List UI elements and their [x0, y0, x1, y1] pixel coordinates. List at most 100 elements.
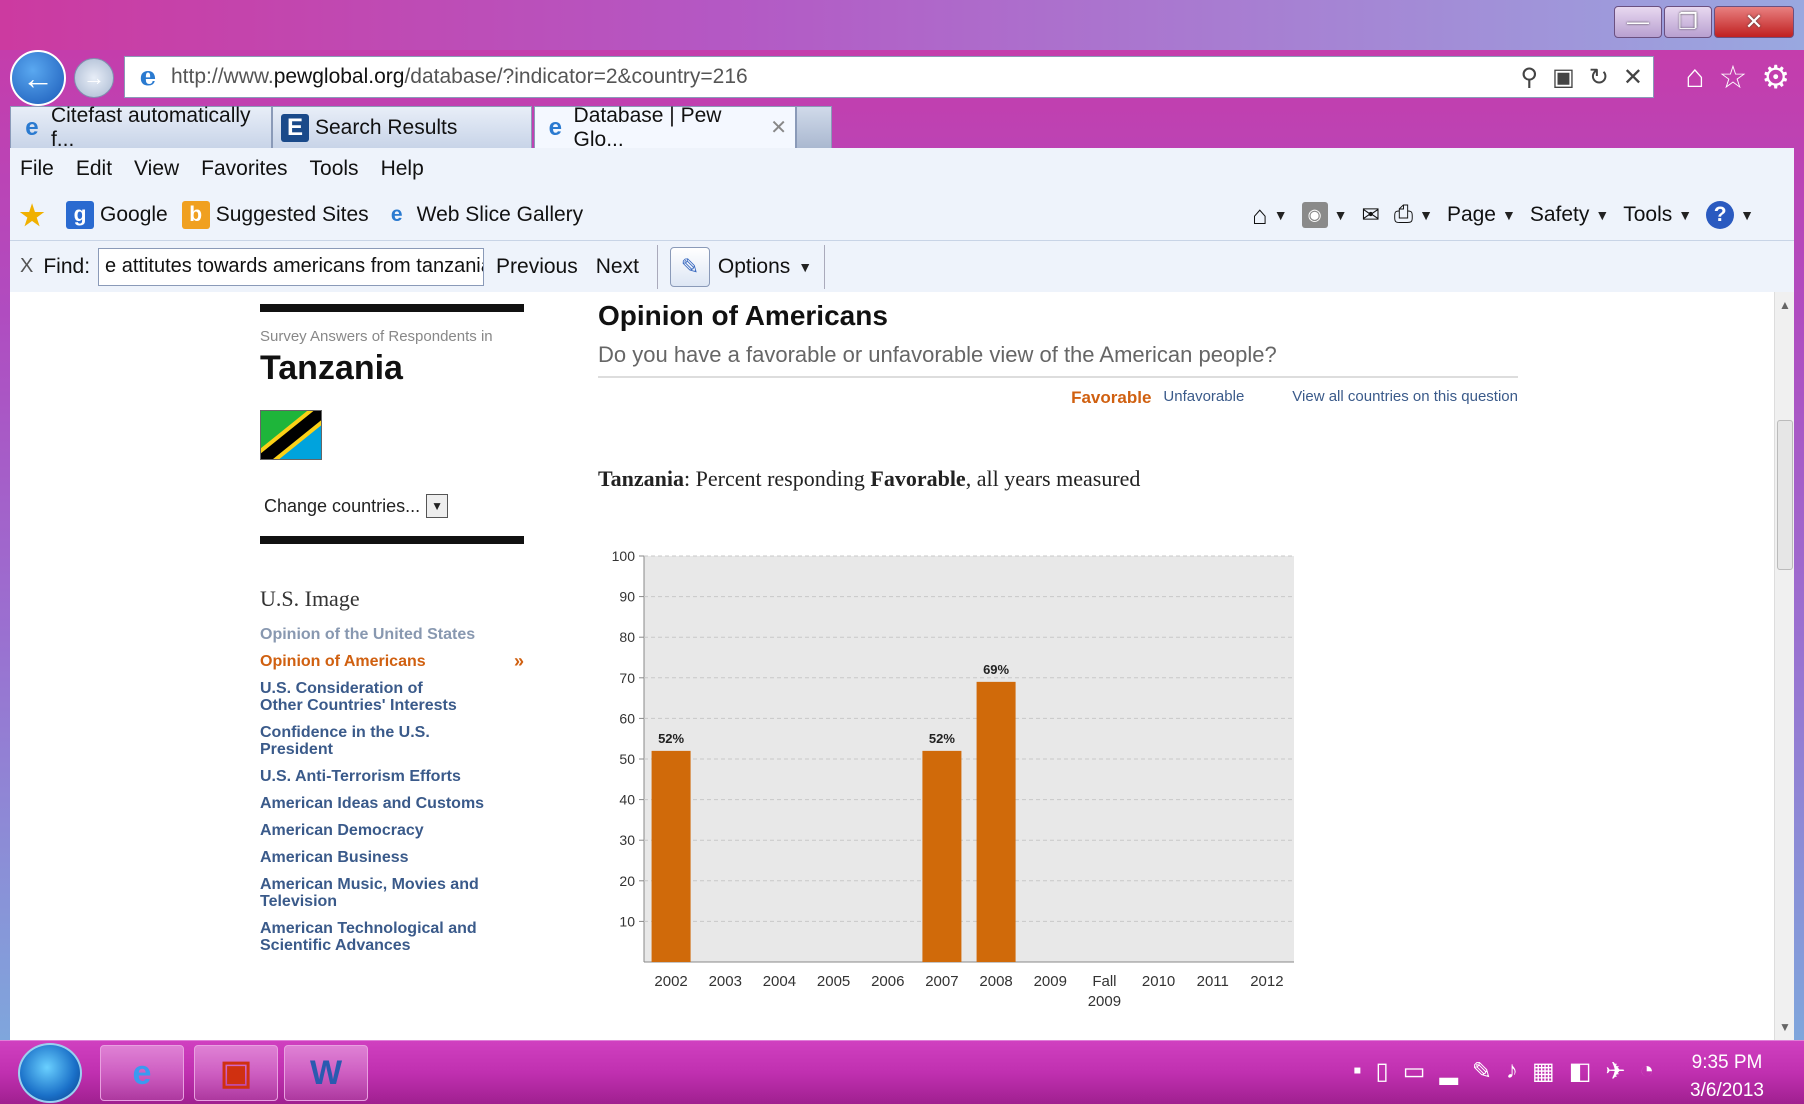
- command-bar: ⌂ ▼ ◉ ▼ ✉ ⎙ ▼ Page ▼ Safety ▼ Tools ▼ ? ▼: [1252, 190, 1754, 240]
- x-tick-label: 2011: [1197, 973, 1229, 990]
- tanzania-flag-icon: [260, 410, 322, 460]
- safety-menu[interactable]: Safety ▼: [1530, 203, 1609, 227]
- fav-web-slice[interactable]: e Web Slice Gallery: [383, 201, 583, 229]
- clock[interactable]: 9:35 PM 3/6/2013: [1690, 1049, 1764, 1104]
- tray-display-icon[interactable]: ◧: [1569, 1057, 1592, 1086]
- start-button[interactable]: [18, 1043, 82, 1103]
- find-options-button[interactable]: ✎ Options ▼: [656, 244, 826, 289]
- star-icon[interactable]: ☆: [1719, 58, 1748, 96]
- chevron-down-icon[interactable]: ▼: [426, 494, 449, 518]
- stop-icon[interactable]: ✕: [1623, 63, 1643, 92]
- x-tick-label: 2005: [817, 973, 850, 990]
- clock-time: 9:35 PM: [1691, 1052, 1763, 1073]
- search-icon[interactable]: ⚲: [1521, 63, 1539, 92]
- menu-view[interactable]: View: [134, 157, 179, 181]
- tools-menu[interactable]: Tools ▼: [1623, 203, 1692, 227]
- x-tick-label: 2007: [925, 973, 958, 990]
- favorites-star[interactable]: ★: [18, 200, 52, 231]
- safety-menu-label: Safety: [1529, 203, 1590, 226]
- tray-update-icon[interactable]: ◔: [1640, 1057, 1655, 1086]
- topic-link-opinion-americans[interactable]: Opinion of Americans »: [260, 652, 524, 670]
- browser-right-icons: ⌂ ☆ ⚙: [1685, 58, 1790, 96]
- fav-google[interactable]: g Google: [66, 201, 168, 229]
- scroll-thumb[interactable]: [1777, 420, 1793, 570]
- taskbar: e ▣ W ▪ ▯ ▭ ▂ ✎ ♪ ▦ ◧ ✈ ◔ 9:35 PM 3/6/20…: [0, 1040, 1804, 1104]
- vertical-scrollbar[interactable]: ▲ ▼: [1774, 292, 1794, 1040]
- unfavorable-toggle[interactable]: Unfavorable: [1163, 388, 1244, 408]
- topic-link-confidence-president[interactable]: Confidence in the U.S. President: [260, 724, 430, 758]
- print-button[interactable]: ⎙ ▼: [1394, 201, 1433, 229]
- ie-icon: e: [390, 203, 403, 226]
- volume-icon[interactable]: ♪: [1506, 1057, 1518, 1086]
- network-signal-icon[interactable]: ▂: [1439, 1057, 1457, 1086]
- view-all-countries-link[interactable]: View all countries on this question: [1292, 388, 1518, 408]
- menu-help[interactable]: Help: [381, 157, 424, 181]
- restore-button[interactable]: ❐: [1664, 6, 1712, 38]
- topic-link-us-consideration[interactable]: U.S. Consideration of Other Countries' I…: [260, 680, 460, 714]
- menu-file[interactable]: File: [20, 157, 54, 181]
- topic-link-anti-terrorism[interactable]: U.S. Anti-Terrorism Efforts: [260, 768, 524, 785]
- chevron-down-icon: ▼: [1595, 207, 1610, 223]
- menu-edit[interactable]: Edit: [76, 157, 112, 181]
- country-sidebar: Survey Answers of Respondents in Tanzani…: [260, 304, 524, 964]
- gear-icon[interactable]: ⚙: [1761, 58, 1790, 96]
- find-input[interactable]: e attitutes towards americans from tanza…: [98, 247, 485, 286]
- tray-app-icon[interactable]: ▪: [1353, 1057, 1362, 1086]
- taskbar-ie-icon[interactable]: e: [100, 1045, 184, 1101]
- bar: [922, 750, 962, 962]
- help-button[interactable]: ? ▼: [1706, 201, 1754, 229]
- topic-link-ideas-customs[interactable]: American Ideas and Customs: [260, 795, 524, 812]
- back-button[interactable]: ←: [10, 50, 66, 106]
- compatibility-icon[interactable]: ▣: [1552, 63, 1575, 92]
- favorable-toggle[interactable]: Favorable: [1071, 388, 1151, 408]
- minimize-button[interactable]: —: [1614, 6, 1662, 38]
- close-icon[interactable]: ✕: [770, 115, 787, 140]
- close-find-icon[interactable]: X: [20, 255, 33, 278]
- find-previous-button[interactable]: Previous: [496, 255, 578, 279]
- topic-link-opinion-us[interactable]: Opinion of the United States: [260, 626, 524, 643]
- fav-suggested-sites[interactable]: b Suggested Sites: [181, 201, 369, 229]
- menu-favorites[interactable]: Favorites: [201, 157, 287, 181]
- new-tab-button[interactable]: [796, 106, 832, 148]
- tab-search-results[interactable]: E Search Results: [272, 106, 532, 148]
- taskbar-powerpoint-icon[interactable]: ▣: [194, 1045, 278, 1101]
- clock-date: 3/6/2013: [1690, 1080, 1764, 1101]
- url-text[interactable]: http://www.pewglobal.org/database/?indic…: [171, 65, 1521, 89]
- country-name: Tanzania: [260, 349, 403, 387]
- y-tick-label: 40: [619, 792, 635, 808]
- topic-link-tech-science[interactable]: American Technological and Scientific Ad…: [260, 920, 480, 954]
- close-button[interactable]: ✕: [1714, 6, 1794, 38]
- topic-link-business[interactable]: American Business: [260, 849, 524, 866]
- change-countries-select[interactable]: Change countries... ▼: [264, 494, 524, 518]
- forward-button[interactable]: →: [74, 58, 114, 98]
- address-bar[interactable]: e http://www.pewglobal.org/database/?ind…: [124, 56, 1654, 98]
- topic-link-music-movies[interactable]: American Music, Movies and Television: [260, 876, 480, 910]
- scroll-down-icon[interactable]: ▼: [1779, 1020, 1791, 1034]
- page-menu[interactable]: Page ▼: [1447, 203, 1516, 227]
- ie-icon: e: [139, 62, 157, 92]
- data-label: 52%: [929, 731, 955, 746]
- browser-toolbars: File Edit View Favorites Tools Help ★ gG…: [10, 148, 1794, 292]
- mail-button[interactable]: ✉: [1361, 202, 1379, 228]
- tab-citefast[interactable]: e Citefast automatically f...: [10, 104, 272, 151]
- taskbar-word-icon[interactable]: W: [284, 1045, 368, 1101]
- tray-device-icon[interactable]: ▯: [1376, 1057, 1389, 1086]
- ie-icon: e: [25, 113, 39, 141]
- highlight-icon: ✎: [669, 246, 710, 287]
- home-button[interactable]: ⌂ ▼: [1252, 200, 1288, 231]
- refresh-icon[interactable]: ↻: [1589, 63, 1609, 92]
- menu-tools[interactable]: Tools: [310, 157, 359, 181]
- tray-plane-icon[interactable]: ✈: [1605, 1057, 1625, 1086]
- find-options-label: Options: [717, 254, 791, 278]
- home-icon[interactable]: ⌂: [1685, 58, 1704, 96]
- address-actions: ⚲ ▣ ↻ ✕: [1521, 63, 1653, 92]
- feeds-button[interactable]: ◉ ▼: [1301, 202, 1347, 228]
- scroll-up-icon[interactable]: ▲: [1779, 298, 1791, 312]
- pin-icon[interactable]: ✎: [1472, 1057, 1492, 1086]
- find-next-button[interactable]: Next: [596, 255, 639, 279]
- tray-chart-icon[interactable]: ▦: [1532, 1057, 1555, 1086]
- tab-database[interactable]: e Database | Pew Glo... ✕: [534, 104, 796, 151]
- tray-monitor-icon[interactable]: ▭: [1403, 1057, 1426, 1086]
- help-icon: ?: [1706, 201, 1735, 229]
- topic-link-democracy[interactable]: American Democracy: [260, 822, 524, 839]
